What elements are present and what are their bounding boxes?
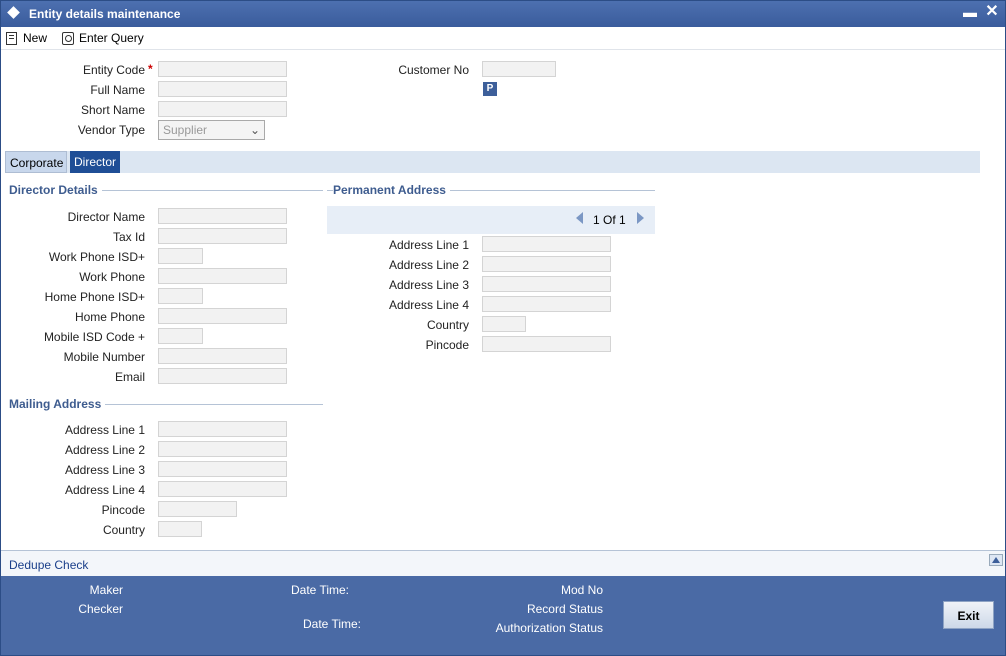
audit-footer: Maker Checker Date Time: Date Time: Mod … xyxy=(1,576,1005,655)
tab-bar: Corporate Director xyxy=(5,151,980,173)
next-page-icon[interactable] xyxy=(637,212,644,224)
director-details-divider xyxy=(101,190,323,191)
short-name-input[interactable] xyxy=(158,101,287,117)
permanent-line1-label: Address Line 1 xyxy=(388,238,469,252)
permanent-line3-input[interactable] xyxy=(482,276,611,292)
entity-code-label: Entity Code xyxy=(82,63,145,77)
app-diamond-icon xyxy=(7,6,20,19)
director-name-label: Director Name xyxy=(67,210,145,224)
window-title: Entity details maintenance xyxy=(29,7,181,21)
new-button-label: New xyxy=(23,31,48,45)
maker-label: Maker xyxy=(89,583,123,597)
mailing-line1-input[interactable] xyxy=(158,421,287,437)
mailing-address-divider xyxy=(101,404,323,405)
enter-query-label: Enter Query xyxy=(79,31,144,45)
home-phone-input[interactable] xyxy=(158,308,287,324)
short-name-label: Short Name xyxy=(80,103,145,117)
tax-id-label: Tax Id xyxy=(112,230,145,244)
checker-label: Checker xyxy=(78,602,123,616)
permanent-pincode-input[interactable] xyxy=(482,336,611,352)
record-status-label: Record Status xyxy=(526,602,603,616)
customer-no-input[interactable] xyxy=(482,61,556,77)
email-input[interactable] xyxy=(158,368,287,384)
permanent-line2-input[interactable] xyxy=(482,256,611,272)
permanent-address-title: Permanent Address xyxy=(333,183,450,197)
permanent-line1-input[interactable] xyxy=(482,236,611,252)
permanent-pincode-label: Pincode xyxy=(425,338,469,352)
director-name-input[interactable] xyxy=(158,208,287,224)
pager-text: 1 Of 1 xyxy=(593,213,626,227)
mailing-pincode-label: Pincode xyxy=(101,503,145,517)
entity-details-window: Entity details maintenance ▬ ✕ New Enter… xyxy=(0,0,1006,656)
full-name-input[interactable] xyxy=(158,81,287,97)
mod-no-label: Mod No xyxy=(560,583,603,597)
minimize-icon[interactable]: ▬ xyxy=(963,5,977,19)
work-phone-input[interactable] xyxy=(158,268,287,284)
permanent-address-pager: 1 Of 1 xyxy=(327,206,655,234)
checker-date-time-label: Date Time: xyxy=(303,617,362,631)
prev-page-icon[interactable] xyxy=(576,212,583,224)
required-mark: * xyxy=(148,62,153,76)
mailing-line2-label: Address Line 2 xyxy=(64,443,145,457)
maker-date-time-label: Date Time: xyxy=(291,583,350,597)
permanent-line2-label: Address Line 2 xyxy=(388,258,469,272)
email-label: Email xyxy=(114,370,145,384)
p-lookup-button[interactable]: P xyxy=(483,82,497,96)
home-phone-isd-input[interactable] xyxy=(158,288,203,304)
new-document-icon xyxy=(5,31,19,45)
query-icon xyxy=(61,31,75,45)
dedupe-check-link[interactable]: Dedupe Check xyxy=(9,558,88,572)
mailing-line3-input[interactable] xyxy=(158,461,287,477)
mailing-line4-label: Address Line 4 xyxy=(64,483,145,497)
work-phone-isd-input[interactable] xyxy=(158,248,203,264)
toolbar: New Enter Query xyxy=(1,27,1005,50)
permanent-country-input[interactable] xyxy=(482,316,526,332)
mailing-line2-input[interactable] xyxy=(158,441,287,457)
customer-no-label: Customer No xyxy=(398,63,469,77)
mailing-country-input[interactable] xyxy=(158,521,202,537)
vendor-type-select[interactable]: Supplier ⌄ xyxy=(158,120,265,140)
tab-corporate[interactable]: Corporate xyxy=(5,151,67,173)
permanent-country-label: Country xyxy=(426,318,469,332)
home-phone-label: Home Phone xyxy=(74,310,145,324)
mailing-line4-input[interactable] xyxy=(158,481,287,497)
permanent-line3-label: Address Line 3 xyxy=(388,278,469,292)
home-phone-isd-label: Home Phone ISD+ xyxy=(44,290,145,304)
title-bar: Entity details maintenance ▬ ✕ xyxy=(1,1,1005,27)
work-phone-label: Work Phone xyxy=(79,270,145,284)
dedupe-bar: Dedupe Check xyxy=(1,550,1005,577)
mailing-pincode-input[interactable] xyxy=(158,501,237,517)
mailing-line1-label: Address Line 1 xyxy=(64,423,145,437)
permanent-line4-label: Address Line 4 xyxy=(388,298,469,312)
enter-query-button[interactable]: Enter Query xyxy=(61,29,144,47)
exit-button[interactable]: Exit xyxy=(943,601,994,629)
collapse-up-icon[interactable] xyxy=(989,554,1003,566)
mailing-address-title: Mailing Address xyxy=(9,397,106,411)
tab-director[interactable]: Director xyxy=(70,151,120,173)
vendor-type-label: Vendor Type xyxy=(77,123,145,137)
new-button[interactable]: New xyxy=(5,29,47,47)
director-details-title: Director Details xyxy=(9,183,102,197)
tax-id-input[interactable] xyxy=(158,228,287,244)
work-phone-isd-label: Work Phone ISD+ xyxy=(48,250,145,264)
full-name-label: Full Name xyxy=(90,83,145,97)
mobile-number-input[interactable] xyxy=(158,348,287,364)
authorization-status-label: Authorization Status xyxy=(495,621,603,635)
mailing-country-label: Country xyxy=(102,523,145,537)
close-icon[interactable]: ✕ xyxy=(984,4,1000,20)
entity-code-input[interactable] xyxy=(158,61,287,77)
mailing-line3-label: Address Line 3 xyxy=(64,463,145,477)
mobile-isd-input[interactable] xyxy=(158,328,203,344)
permanent-line4-input[interactable] xyxy=(482,296,611,312)
vendor-type-value: Supplier xyxy=(163,123,208,137)
mobile-isd-label: Mobile ISD Code + xyxy=(43,330,145,344)
mobile-number-label: Mobile Number xyxy=(63,350,145,364)
chevron-down-icon: ⌄ xyxy=(249,123,260,137)
